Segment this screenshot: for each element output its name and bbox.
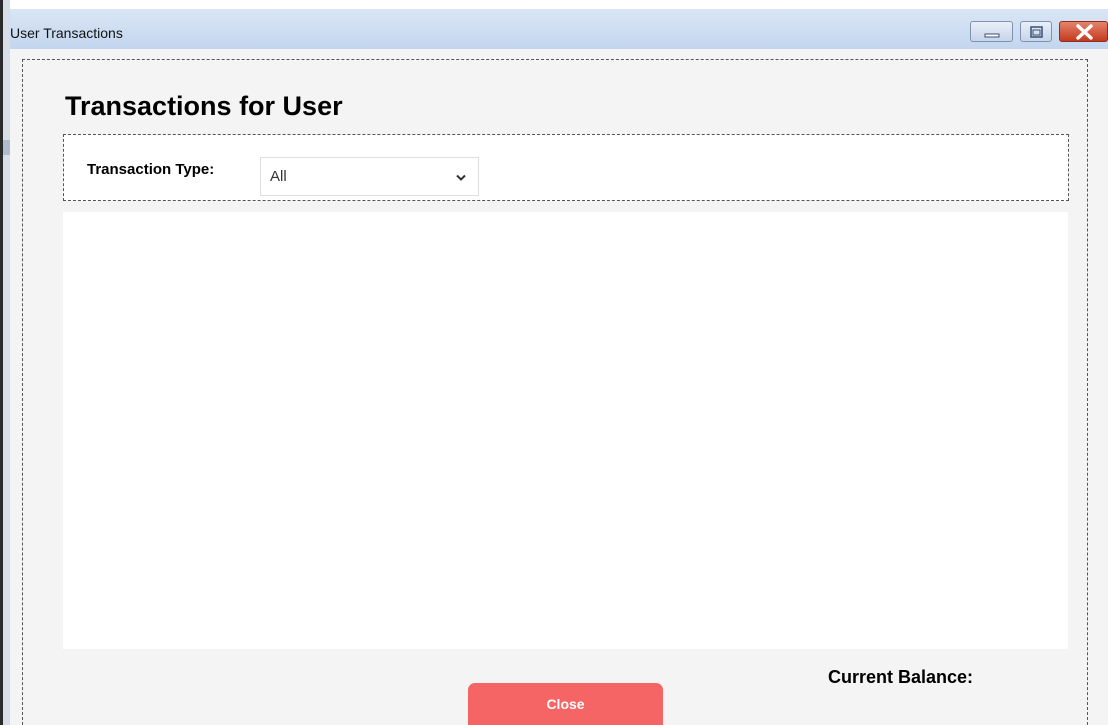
- transaction-type-label: Transaction Type:: [87, 161, 215, 178]
- transaction-type-select[interactable]: All: [260, 157, 479, 196]
- left-edge-border: [0, 0, 3, 725]
- window-close-button[interactable]: [1059, 21, 1108, 42]
- transaction-type-value: All: [270, 168, 287, 185]
- transactions-grid[interactable]: [63, 212, 1068, 649]
- left-edge-accent: [3, 140, 10, 155]
- close-button-label: Close: [546, 696, 585, 712]
- maximize-icon: [1030, 26, 1043, 38]
- minimize-icon: [984, 33, 1000, 38]
- close-icon: [1076, 24, 1093, 40]
- maximize-button[interactable]: [1020, 21, 1052, 42]
- window-content: Transactions for User Transaction Type: …: [10, 49, 1108, 725]
- window-title: User Transactions: [10, 25, 123, 41]
- title-bar[interactable]: User Transactions: [10, 9, 1108, 49]
- chevron-down-icon: [456, 174, 466, 181]
- current-balance-label: Current Balance:: [828, 667, 974, 687]
- desktop-left-edge: [0, 0, 10, 725]
- page-title: Transactions for User: [65, 91, 343, 121]
- user-transactions-window: User Transactions Transactions for User …: [10, 9, 1108, 725]
- minimize-button[interactable]: [970, 21, 1013, 42]
- filter-panel: Transaction Type: All: [63, 134, 1069, 201]
- close-button[interactable]: Close: [468, 683, 663, 725]
